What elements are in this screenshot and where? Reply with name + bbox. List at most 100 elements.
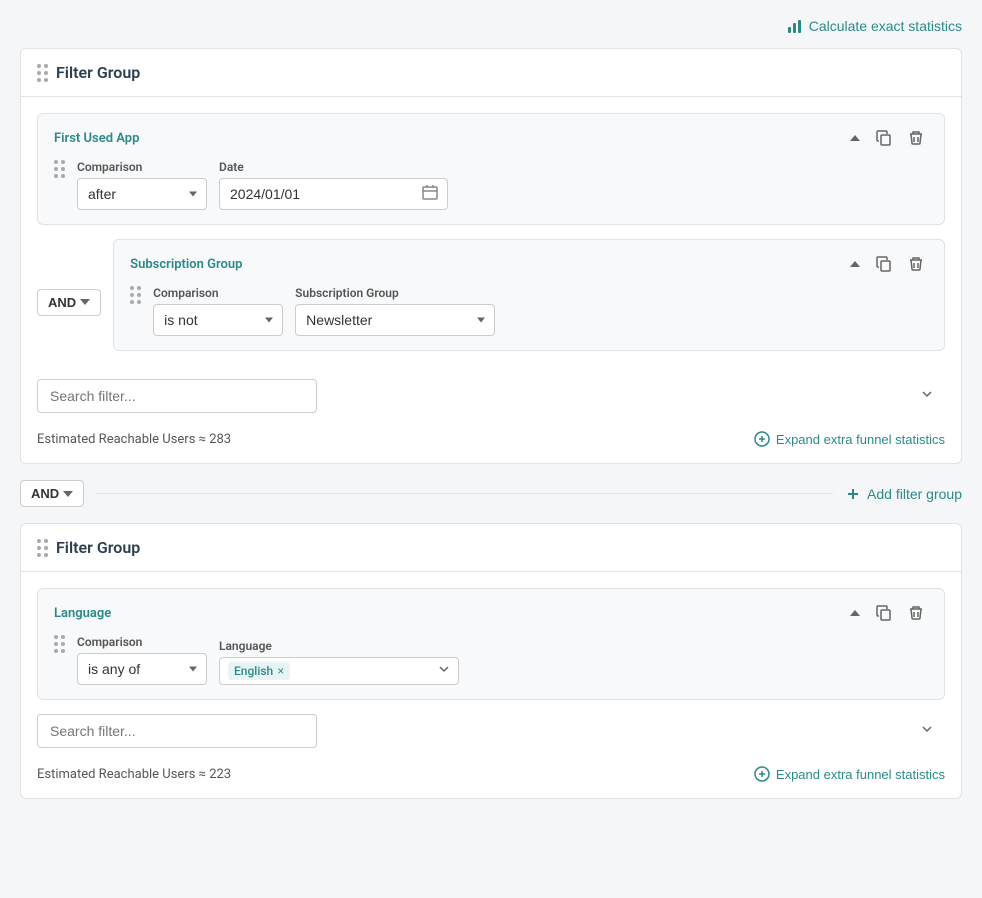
between-groups-row: AND Add filter group xyxy=(20,480,962,507)
top-bar: Calculate exact statistics xyxy=(20,10,962,48)
filter-2-subscription-select[interactable]: Newsletter Promotions Updates xyxy=(295,304,495,336)
filter-3-comparison-label: Comparison xyxy=(77,635,207,649)
filter-card-language-actions xyxy=(846,603,928,623)
filter-row-language-inner: Comparison is any of is not any of Langu… xyxy=(77,635,928,685)
filter-2-comparison-label: Comparison xyxy=(153,286,283,300)
filter-1-comparison-select[interactable]: after before on xyxy=(77,178,207,210)
and-label-1: AND xyxy=(48,295,76,310)
copy-icon-2 xyxy=(876,256,892,272)
filter-1-date-group: Date xyxy=(219,160,448,210)
delete-filter-1-button[interactable] xyxy=(904,128,928,148)
calculate-stats-label: Calculate exact statistics xyxy=(809,18,962,34)
plus-icon xyxy=(845,486,861,502)
filter-card-subscription-title: Subscription Group xyxy=(130,257,242,272)
filter-card-subscription-group: Subscription Group xyxy=(113,239,945,351)
filter-group-2-drag-handle[interactable] xyxy=(37,539,48,557)
filter-3-comparison-select[interactable]: is any of is not any of xyxy=(77,653,207,685)
copy-filter-3-button[interactable] xyxy=(872,603,896,623)
delete-filter-2-button[interactable] xyxy=(904,254,928,274)
filter-1-date-label: Date xyxy=(219,160,448,174)
between-groups-and-label: AND xyxy=(31,486,59,501)
filter-group-2: Filter Group Language xyxy=(20,523,962,799)
filter-card-subscription-header: Subscription Group xyxy=(130,254,928,274)
estimated-users-2: Estimated Reachable Users ≈ 223 xyxy=(37,767,231,782)
search-filter-2-wrapper xyxy=(37,714,945,748)
between-groups-and-button[interactable]: AND xyxy=(20,480,84,507)
search-filter-1-arrow-icon xyxy=(921,388,933,404)
filter-3-row-drag-handle[interactable] xyxy=(54,635,65,653)
search-filter-2-input[interactable] xyxy=(37,714,317,748)
english-tag-label: English xyxy=(234,664,273,678)
filter-1-comparison-group: Comparison after before on xyxy=(77,160,207,210)
filter-card-subscription-group-wrapper: Subscription Group xyxy=(113,239,945,365)
collapse-filter-2-button[interactable] xyxy=(846,259,864,269)
expand-funnel-1-button[interactable]: Expand extra funnel statistics xyxy=(754,431,945,447)
filter-card-language-header: Language xyxy=(54,603,928,623)
filter-3-language-label: Language xyxy=(219,639,459,653)
filter-card-subscription-actions xyxy=(846,254,928,274)
filter-card-language-title: Language xyxy=(54,606,111,621)
trash-icon xyxy=(908,130,924,146)
filter-1-comparison-label: Comparison xyxy=(77,160,207,174)
filter-1-row-drag-handle[interactable] xyxy=(54,160,65,178)
trash-icon-2 xyxy=(908,256,924,272)
filter-group-1-footer: Estimated Reachable Users ≈ 283 Expand e… xyxy=(37,427,945,447)
filter-group-1-body: First Used App xyxy=(21,97,961,463)
filter-3-comparison-select-wrapper: is any of is not any of xyxy=(77,653,207,685)
plus-circle-icon-2 xyxy=(754,766,770,782)
plus-circle-icon-1 xyxy=(754,431,770,447)
filter-group-1: Filter Group First Used App xyxy=(20,48,962,464)
chevron-up-icon xyxy=(850,135,860,141)
add-filter-group-button[interactable]: Add filter group xyxy=(845,486,962,502)
filter-row-first-used-app: Comparison after before on Date xyxy=(54,160,928,210)
collapse-filter-3-button[interactable] xyxy=(846,608,864,618)
chart-icon xyxy=(787,18,803,34)
filter-2-subscription-label: Subscription Group xyxy=(295,286,495,300)
trash-icon-3 xyxy=(908,605,924,621)
filter-row-language: Comparison is any of is not any of Langu… xyxy=(54,635,928,685)
expand-funnel-1-label: Expand extra funnel statistics xyxy=(776,432,945,447)
and-connector-1: AND Subscription Group xyxy=(37,239,945,365)
copy-icon-3 xyxy=(876,605,892,621)
filter-group-2-body: Language xyxy=(21,572,961,798)
chevron-up-icon-2 xyxy=(850,261,860,267)
filter-group-1-drag-handle[interactable] xyxy=(37,64,48,82)
delete-filter-3-button[interactable] xyxy=(904,603,928,623)
filter-group-1-header: Filter Group xyxy=(21,49,961,97)
filter-card-language: Language xyxy=(37,588,945,700)
between-groups-line xyxy=(96,493,833,494)
filter-row-subscription-inner: Comparison is is not Subscription Group xyxy=(153,286,928,336)
between-groups-chevron-icon xyxy=(63,491,73,497)
chevron-up-icon-3 xyxy=(850,610,860,616)
calculate-stats-button[interactable]: Calculate exact statistics xyxy=(787,18,962,34)
filter-group-2-footer: Estimated Reachable Users ≈ 223 Expand e… xyxy=(37,762,945,782)
filter-card-first-used-app-title: First Used App xyxy=(54,131,139,146)
filter-3-language-tag-select[interactable]: English × xyxy=(219,657,459,685)
language-select-arrow-icon xyxy=(438,663,450,679)
filter-group-1-title: Filter Group xyxy=(56,63,140,82)
copy-icon xyxy=(876,130,892,146)
filter-2-subscription-select-wrapper: Newsletter Promotions Updates xyxy=(295,304,495,336)
collapse-filter-1-button[interactable] xyxy=(846,133,864,143)
expand-funnel-2-button[interactable]: Expand extra funnel statistics xyxy=(754,766,945,782)
filter-2-subscription-group: Subscription Group Newsletter Promotions… xyxy=(295,286,495,336)
filter-group-2-title: Filter Group xyxy=(56,538,140,557)
filter-3-comparison-group: Comparison is any of is not any of xyxy=(77,635,207,685)
search-filter-2-arrow-icon xyxy=(921,723,933,739)
filter-card-first-used-app: First Used App xyxy=(37,113,945,225)
filter-1-comparison-select-wrapper: after before on xyxy=(77,178,207,210)
filter-2-row-drag-handle[interactable] xyxy=(130,286,141,304)
add-filter-group-label: Add filter group xyxy=(867,486,962,502)
filter-group-2-header: Filter Group xyxy=(21,524,961,572)
filter-2-comparison-select-wrapper: is is not xyxy=(153,304,283,336)
search-filter-1-input[interactable] xyxy=(37,379,317,413)
english-tag-remove-button[interactable]: × xyxy=(277,665,284,677)
filter-2-comparison-select[interactable]: is is not xyxy=(153,304,283,336)
copy-filter-1-button[interactable] xyxy=(872,128,896,148)
and-connector-button-1[interactable]: AND xyxy=(37,289,101,316)
copy-filter-2-button[interactable] xyxy=(872,254,896,274)
filter-1-date-input[interactable] xyxy=(219,178,448,210)
filter-row-first-used-app-inner: Comparison after before on Date xyxy=(77,160,928,210)
filter-1-date-input-wrapper xyxy=(219,178,448,210)
and-chevron-icon xyxy=(80,299,90,305)
